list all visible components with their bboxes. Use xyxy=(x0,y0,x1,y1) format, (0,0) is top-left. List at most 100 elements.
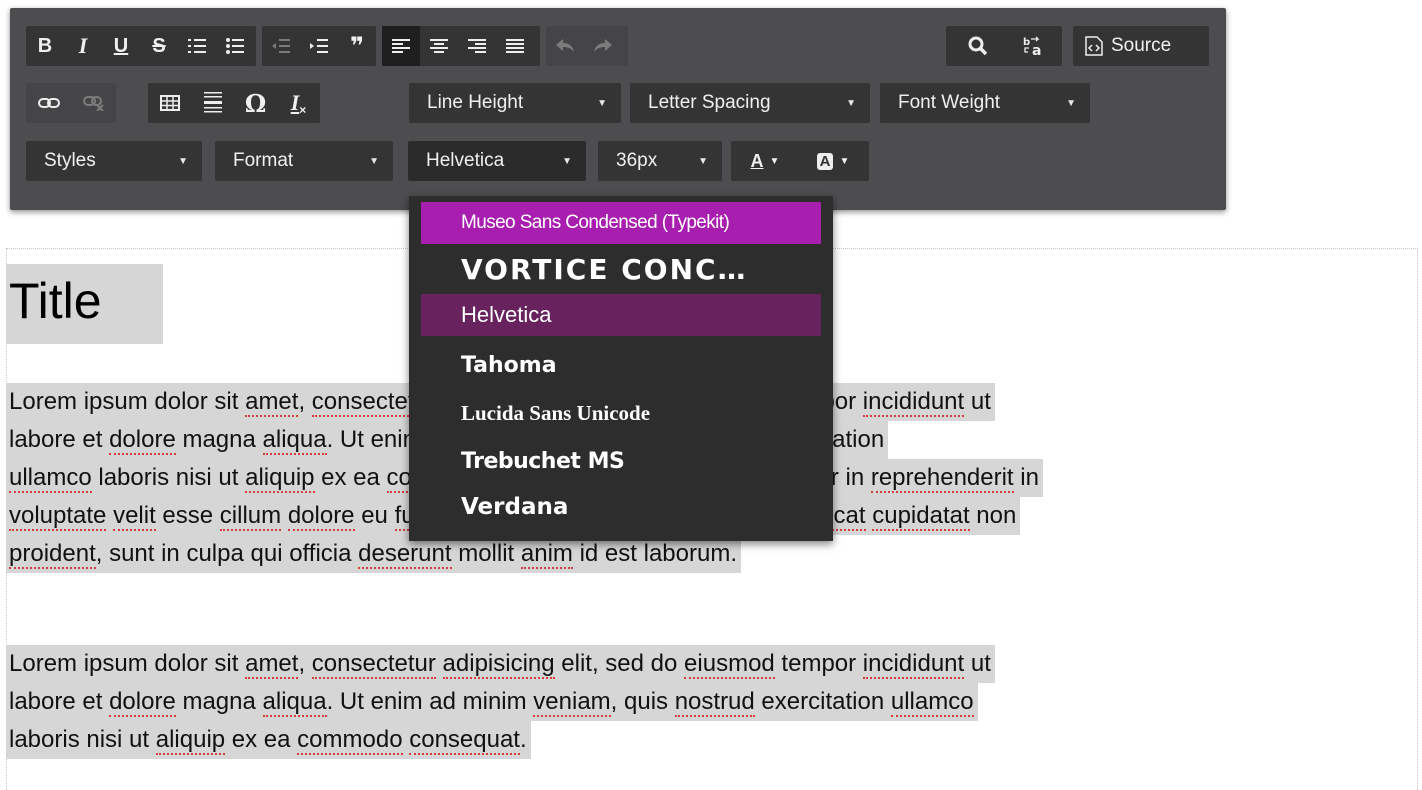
special-char-button[interactable]: Ω xyxy=(234,83,277,123)
omega-icon: Ω xyxy=(244,88,267,118)
italic-icon: I xyxy=(78,33,88,58)
chevron-down-icon: ▼ xyxy=(839,155,850,167)
unlink-button[interactable] xyxy=(71,83,116,123)
paragraph-line: labore et dolore magna aliqua. Ut enim a… xyxy=(6,683,978,721)
font-dropdown[interactable]: Helvetica ▼ xyxy=(408,141,586,181)
font-weight-label: Font Weight xyxy=(898,92,1001,113)
remove-format-button[interactable]: I× xyxy=(277,83,320,123)
indent-group: ❞ xyxy=(262,26,376,66)
paragraph-2: Lorem ipsum dolor sit amet, consectetur … xyxy=(6,645,995,759)
align-right-button[interactable] xyxy=(458,26,496,66)
outdent-icon xyxy=(272,39,290,53)
chevron-down-icon: ▼ xyxy=(1066,97,1076,109)
styles-dropdown[interactable]: Styles ▼ xyxy=(26,141,202,181)
font-size-dropdown[interactable]: 36px ▼ xyxy=(598,141,722,181)
justify-button[interactable] xyxy=(496,26,534,66)
font-option-vortice[interactable]: VORTICE CONC… xyxy=(421,248,821,290)
editor-toolbar: B I U S ❞ b a Source Ω I× Line Height ▼ … xyxy=(10,8,1226,210)
chevron-down-icon: ▼ xyxy=(369,155,379,167)
align-center-button[interactable] xyxy=(420,26,458,66)
search-icon xyxy=(968,36,988,56)
line-height-label: Line Height xyxy=(427,92,524,113)
unlink-icon xyxy=(82,96,104,111)
align-right-icon xyxy=(468,39,486,53)
underline-button[interactable]: U xyxy=(102,26,140,66)
table-button[interactable] xyxy=(148,83,191,123)
line-height-dropdown[interactable]: Line Height ▼ xyxy=(409,83,621,123)
numbered-list-icon xyxy=(188,39,206,53)
history-group xyxy=(546,26,628,66)
format-dropdown[interactable]: Format ▼ xyxy=(215,141,393,181)
remove-format-icon: I× xyxy=(290,90,307,117)
link-group xyxy=(26,83,116,123)
svg-text:a: a xyxy=(1032,43,1041,56)
background-color-button[interactable]: A ▼ xyxy=(799,141,867,181)
search-group: ba xyxy=(950,26,1062,66)
find-button[interactable] xyxy=(950,26,1006,66)
chevron-down-icon: ▼ xyxy=(698,155,708,167)
font-label: Helvetica xyxy=(426,150,505,171)
background-color-icon: A xyxy=(816,152,834,170)
undo-icon xyxy=(556,39,574,52)
replace-icon: ba xyxy=(1023,36,1041,56)
source-button[interactable]: Source xyxy=(1073,26,1209,66)
redo-button[interactable] xyxy=(584,26,622,66)
table-icon xyxy=(159,95,180,111)
format-label: Format xyxy=(233,150,294,171)
indent-icon xyxy=(310,39,328,53)
font-option-lucida[interactable]: Lucida Sans Unicode xyxy=(421,392,821,434)
align-left-icon xyxy=(392,39,410,53)
strikethrough-icon: S xyxy=(152,34,166,57)
align-left-button[interactable] xyxy=(382,26,420,66)
blockquote-icon: ❞ xyxy=(349,32,365,60)
chevron-down-icon: ▼ xyxy=(178,155,188,167)
font-option-verdana[interactable]: Verdana xyxy=(421,486,821,528)
underline-icon: U xyxy=(113,34,129,57)
font-family-menu: Museo Sans Condensed (Typekit) VORTICE C… xyxy=(409,196,833,541)
replace-button[interactable]: ba xyxy=(1006,26,1062,66)
indent-button[interactable] xyxy=(300,26,338,66)
text-color-icon: A xyxy=(750,150,764,171)
insert-group: Ω I× xyxy=(148,83,320,123)
letter-spacing-dropdown[interactable]: Letter Spacing ▼ xyxy=(630,83,870,123)
bulleted-list-icon xyxy=(226,38,244,54)
paragraph-line: Lorem ipsum dolor sit amet, consectetur … xyxy=(6,645,995,683)
styles-label: Styles xyxy=(44,150,96,171)
link-button[interactable] xyxy=(26,83,71,123)
chevron-down-icon: ▼ xyxy=(846,97,856,109)
paragraph-line: laboris nisi ut aliquip ex ea commodo co… xyxy=(6,721,531,759)
basic-styles-group: B I U S xyxy=(26,26,256,66)
italic-button[interactable]: I xyxy=(64,26,102,66)
redo-icon xyxy=(594,39,612,52)
bold-button[interactable]: B xyxy=(26,26,64,66)
font-option-museo-sans[interactable]: Museo Sans Condensed (Typekit) xyxy=(421,202,821,244)
letter-spacing-label: Letter Spacing xyxy=(648,92,771,113)
source-label: Source xyxy=(1111,35,1172,56)
color-group: A ▼ A ▼ xyxy=(731,141,869,181)
horizontal-rule-button[interactable] xyxy=(191,83,234,123)
justify-icon xyxy=(506,39,524,53)
chevron-down-icon: ▼ xyxy=(597,97,607,109)
source-code-icon xyxy=(1085,36,1103,56)
bulleted-list-button[interactable] xyxy=(216,26,254,66)
undo-button[interactable] xyxy=(546,26,584,66)
font-option-tahoma[interactable]: Tahoma xyxy=(421,344,821,386)
chevron-down-icon: ▼ xyxy=(562,155,572,167)
numbered-list-button[interactable] xyxy=(178,26,216,66)
link-icon xyxy=(37,98,60,108)
bold-icon: B xyxy=(37,34,53,57)
font-option-helvetica[interactable]: Helvetica xyxy=(421,294,821,336)
alignment-group xyxy=(382,26,540,66)
chevron-down-icon: ▼ xyxy=(769,155,780,167)
page-title: Title xyxy=(6,264,163,344)
text-color-button[interactable]: A ▼ xyxy=(731,141,799,181)
horizontal-rule-icon xyxy=(203,92,222,113)
outdent-button[interactable] xyxy=(262,26,300,66)
strikethrough-button[interactable]: S xyxy=(140,26,178,66)
font-weight-dropdown[interactable]: Font Weight ▼ xyxy=(880,83,1090,123)
font-option-trebuchet[interactable]: Trebuchet MS xyxy=(421,440,821,482)
font-size-label: 36px xyxy=(616,150,658,171)
align-center-icon xyxy=(430,39,448,53)
blockquote-button[interactable]: ❞ xyxy=(338,26,376,66)
svg-text:b: b xyxy=(1023,37,1030,48)
